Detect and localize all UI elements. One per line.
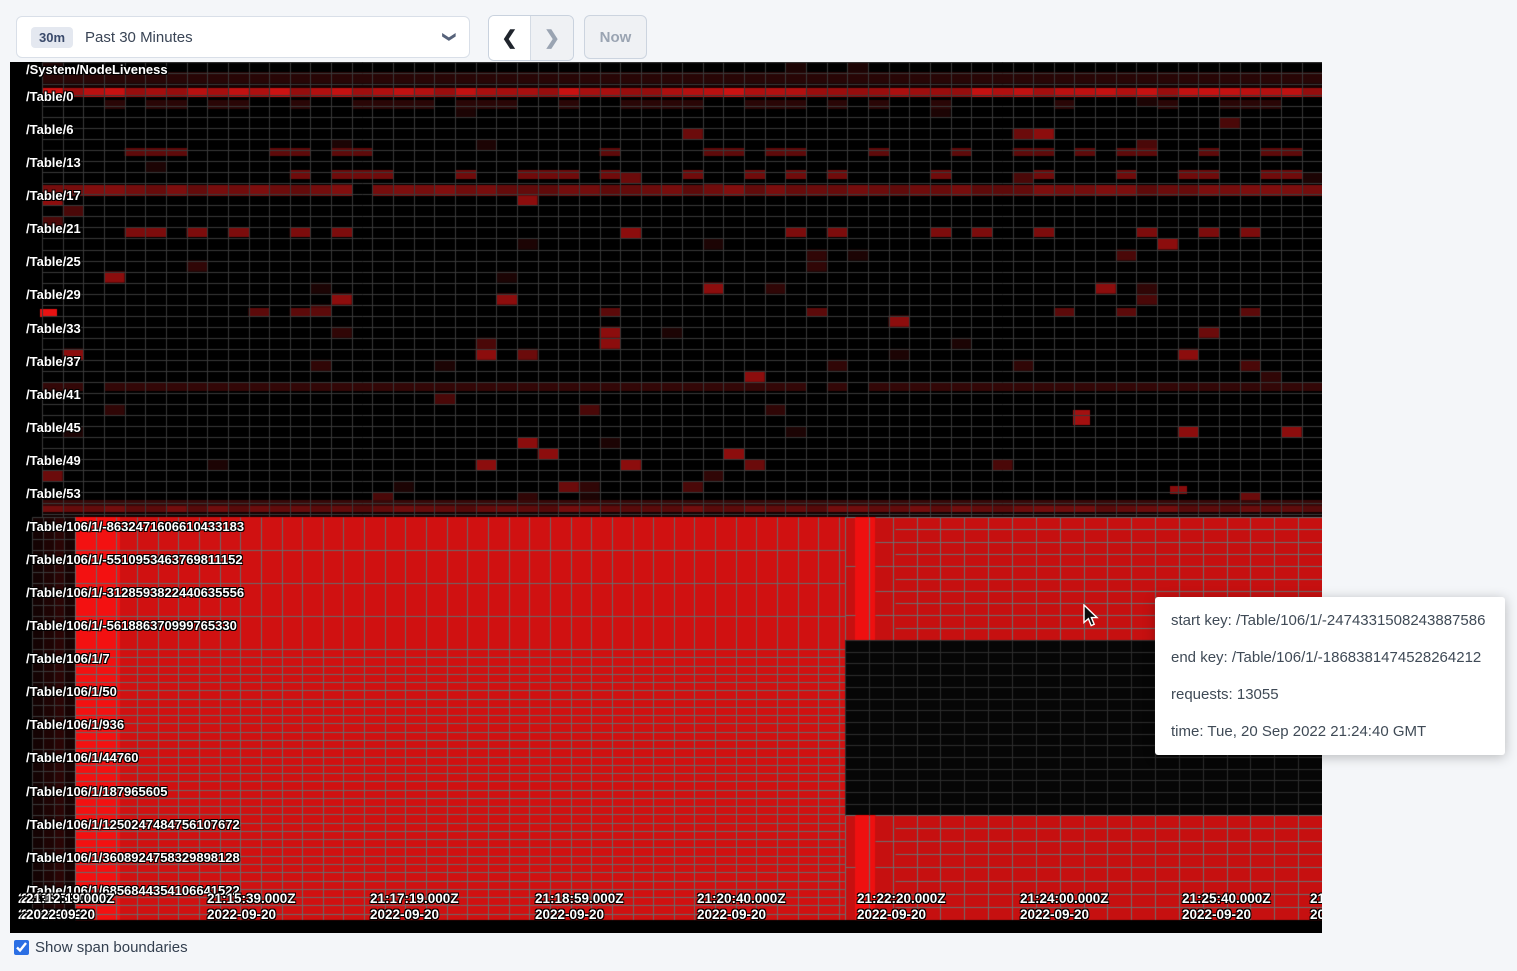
show-span-boundaries-control[interactable]: Show span boundaries (14, 939, 188, 956)
key-visualizer-heatmap[interactable]: /System/NodeLiveness/Table/0/Table/6/Tab… (10, 62, 1322, 933)
heatmap-canvas[interactable] (10, 62, 1322, 933)
tooltip-line: end key: /Table/106/1/-18683814745282642… (1171, 650, 1489, 665)
time-range-select[interactable]: 30m Past 30 Minutes ❯ (16, 16, 470, 58)
chevron-left-icon: ❮ (502, 27, 518, 50)
forward-button[interactable]: ❯ (531, 16, 573, 60)
time-range-badge: 30m (31, 27, 73, 48)
time-range-label: Past 30 Minutes (85, 29, 193, 46)
chevron-down-icon: ❯ (442, 32, 458, 43)
tooltip-line: time: Tue, 20 Sep 2022 21:24:40 GMT (1171, 724, 1489, 739)
now-button[interactable]: Now (584, 15, 647, 59)
tooltip-line: requests: 13055 (1171, 687, 1489, 702)
chevron-right-icon: ❯ (544, 27, 560, 50)
show-span-boundaries-checkbox[interactable] (14, 940, 29, 955)
tooltip-line: start key: /Table/106/1/-247433150824388… (1171, 613, 1489, 628)
back-button[interactable]: ❮ (489, 16, 531, 60)
heatmap-tooltip: start key: /Table/106/1/-247433150824388… (1155, 597, 1505, 755)
time-nav-group: ❮ ❯ (488, 15, 574, 61)
show-span-boundaries-label: Show span boundaries (35, 939, 188, 956)
